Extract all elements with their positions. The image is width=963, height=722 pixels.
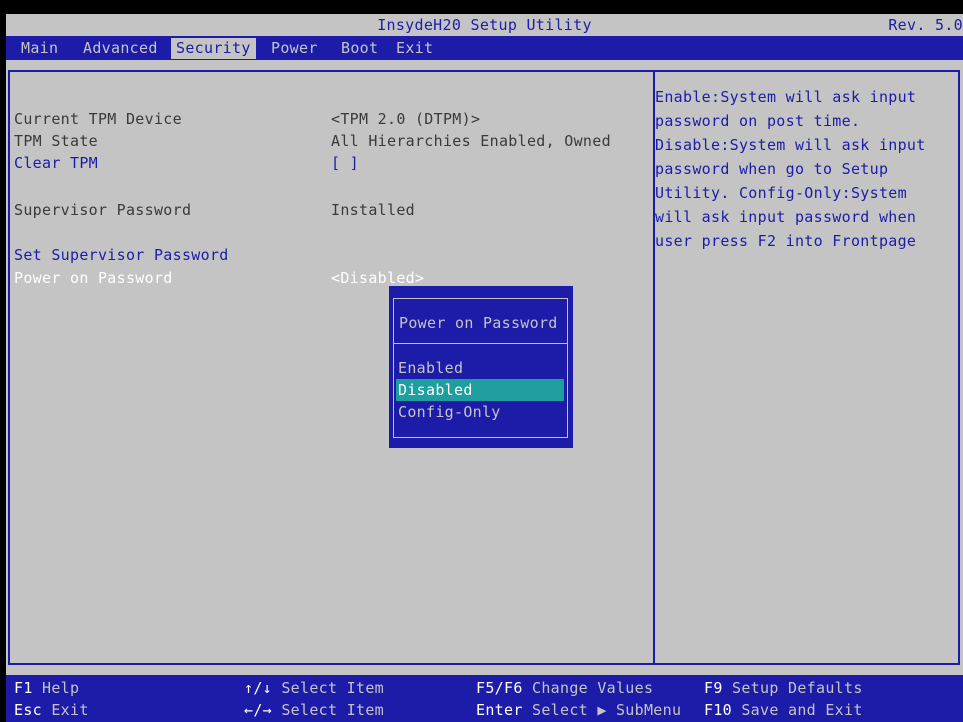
save-exit-key: F10 Save and Exit [704, 701, 863, 719]
power-on-password-popup: Power on Password Enabled Disabled Confi… [389, 286, 573, 448]
f5f6-desc: Change Values [532, 679, 654, 697]
tpm-state-label: TPM State [14, 132, 98, 150]
popup-title: Power on Password [399, 314, 558, 332]
popup-divider [393, 343, 568, 344]
clear-tpm-checkbox[interactable]: [ ] [331, 154, 359, 172]
menu-bar: Main Advanced Security Power Boot Exit [6, 36, 963, 60]
leftright-key: ←/→ Select Item [244, 701, 384, 719]
leftright-desc: Select Item [281, 701, 384, 719]
clear-tpm-option[interactable]: Clear TPM [14, 154, 98, 172]
updown-key: ↑/↓ Select Item [244, 679, 384, 697]
help-line: user press F2 into Frontpage [655, 232, 917, 250]
tab-advanced[interactable]: Advanced [78, 38, 163, 59]
help-line: Enable:System will ask input [655, 88, 917, 106]
key-help-footer: F1 Help Esc Exit ↑/↓ Select Item ←/→ Sel… [6, 675, 963, 722]
current-tpm-device-value: <TPM 2.0 (DTPM)> [331, 110, 481, 128]
tab-main[interactable]: Main [16, 38, 63, 59]
popup-option-disabled[interactable]: Disabled [396, 379, 564, 401]
set-supervisor-password-option[interactable]: Set Supervisor Password [14, 246, 229, 264]
help-line: will ask input password when [655, 208, 917, 226]
leftright-arrow-icon: ←/→ [244, 701, 272, 719]
popup-option-config-only[interactable]: Config-Only [396, 401, 564, 423]
updown-arrow-icon: ↑/↓ [244, 679, 272, 697]
tab-power[interactable]: Power [266, 38, 323, 59]
tab-boot[interactable]: Boot [336, 38, 383, 59]
title-bar: InsydeH20 Setup Utility Rev. 5.0 [6, 14, 963, 36]
help-line: password on post time. [655, 112, 861, 130]
help-line: password when go to Setup [655, 160, 889, 178]
f9-desc: Setup Defaults [732, 679, 863, 697]
revision-label: Rev. 5.0 [888, 16, 963, 34]
tab-security[interactable]: Security [171, 38, 256, 59]
help-line: Disable:System will ask input [655, 136, 926, 154]
defaults-key: F9 Setup Defaults [704, 679, 863, 697]
power-on-password-option[interactable]: Power on Password [14, 269, 173, 287]
enter-key: Enter Select ▶ SubMenu [476, 701, 681, 719]
f1-desc: Help [42, 679, 80, 697]
help-text: Enable:System will ask input password on… [655, 85, 950, 253]
f9-key: F9 [704, 679, 723, 697]
tab-exit[interactable]: Exit [391, 38, 438, 59]
updown-desc: Select Item [281, 679, 384, 697]
f10-key: F10 [704, 701, 732, 719]
supervisor-password-status: Installed [331, 201, 415, 219]
change-values-key: F5/F6 Change Values [476, 679, 653, 697]
power-on-password-value[interactable]: <Disabled> [331, 269, 424, 287]
popup-option-enabled[interactable]: Enabled [396, 357, 564, 379]
esc-key: Esc [14, 701, 42, 719]
esc-desc: Exit [51, 701, 89, 719]
app-title: InsydeH20 Setup Utility [377, 16, 592, 34]
f5f6-key: F5/F6 [476, 679, 523, 697]
help-line: Utility. Config-Only:System [655, 184, 907, 202]
tpm-state-value: All Hierarchies Enabled, Owned [331, 132, 611, 150]
supervisor-password-label: Supervisor Password [14, 201, 192, 219]
help-key: F1 Help [14, 679, 79, 697]
f1-key: F1 [14, 679, 33, 697]
enter-key-label: Enter [476, 701, 523, 719]
exit-key: Esc Exit [14, 701, 89, 719]
current-tpm-device-label: Current TPM Device [14, 110, 182, 128]
enter-desc: Select ▶ SubMenu [532, 701, 682, 719]
f10-desc: Save and Exit [741, 701, 863, 719]
